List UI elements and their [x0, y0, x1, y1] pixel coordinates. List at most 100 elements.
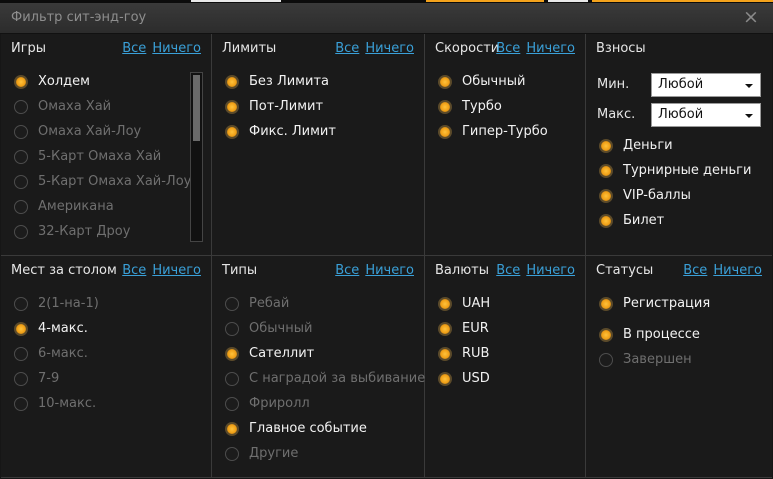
games-links: Все Ничего [116, 41, 201, 56]
games-option-label: Холдем [38, 74, 90, 89]
max-buyin-label: Макс. [597, 107, 636, 122]
limits-option-label: Без Лимита [249, 74, 329, 89]
currencies-option-label: EUR [462, 321, 489, 336]
types-none-link[interactable]: Ничего [365, 263, 414, 278]
buyins-option-label: Турнирные деньги [623, 163, 752, 178]
games-option-label: 5-Карт Омаха Хай [38, 149, 162, 164]
radio-checked-icon[interactable] [599, 164, 613, 178]
statuses-option-label: Регистрация [623, 296, 711, 311]
statuses-links: Все Ничего [677, 263, 762, 278]
seats-all-link[interactable]: Все [122, 263, 146, 278]
seats-option-label: 2(1-на-1) [38, 296, 99, 311]
limits-panel: Лимиты Все Ничего Без Лимита Пот-Лимит Фикс… [212, 34, 425, 256]
seats-option-label: 7-9 [38, 371, 60, 386]
radio-unchecked-icon[interactable] [225, 447, 239, 461]
games-scrollbar[interactable] [190, 72, 203, 242]
games-option-label: 32-Карт Дроу [38, 224, 131, 239]
radio-checked-icon[interactable] [225, 100, 239, 114]
radio-checked-icon[interactable] [438, 347, 452, 361]
limits-all-link[interactable]: Все [335, 41, 359, 56]
radio-checked-icon[interactable] [225, 347, 239, 361]
radio-unchecked-icon[interactable] [14, 200, 28, 214]
types-option-label: Фриролл [249, 396, 310, 411]
speeds-all-link[interactable]: Все [496, 41, 520, 56]
radio-checked-icon[interactable] [438, 100, 452, 114]
types-option-label: Другие [249, 446, 299, 461]
min-buyin-select[interactable]: Любой [651, 73, 761, 97]
radio-checked-icon[interactable] [438, 297, 452, 311]
radio-checked-icon[interactable] [225, 125, 239, 139]
radio-unchecked-icon[interactable] [14, 125, 28, 139]
games-option-label: Американа [38, 199, 114, 214]
radio-checked-icon[interactable] [438, 75, 452, 89]
seats-links: Все Ничего [116, 263, 201, 278]
radio-checked-icon[interactable] [225, 75, 239, 89]
currencies-option-label: RUB [462, 346, 490, 361]
radio-checked-icon[interactable] [599, 189, 613, 203]
games-all-link[interactable]: Все [122, 41, 146, 56]
max-buyin-select[interactable]: Любой [651, 103, 761, 127]
buyins-option-label: Деньги [623, 138, 673, 153]
currencies-option-label: USD [462, 371, 490, 386]
radio-checked-icon[interactable] [599, 139, 613, 153]
speeds-option-label: Обычный [462, 74, 526, 89]
radio-checked-icon[interactable] [14, 322, 28, 336]
radio-checked-icon[interactable] [225, 422, 239, 436]
statuses-none-link[interactable]: Ничего [713, 263, 762, 278]
dialog-titlebar: Фильтр сит-энд-гоу × [0, 3, 773, 34]
radio-unchecked-icon[interactable] [225, 322, 239, 336]
dialog-title: Фильтр сит-энд-гоу [11, 10, 147, 25]
radio-unchecked-icon[interactable] [14, 100, 28, 114]
types-header: Типы [222, 263, 258, 278]
radio-checked-icon[interactable] [14, 75, 28, 89]
buyins-option-label: Билет [623, 213, 665, 228]
games-none-link[interactable]: Ничего [152, 41, 201, 56]
radio-checked-icon[interactable] [438, 372, 452, 386]
statuses-all-link[interactable]: Все [683, 263, 707, 278]
currencies-links: Все Ничего [490, 263, 575, 278]
radio-unchecked-icon[interactable] [14, 297, 28, 311]
speeds-panel: Скорости Все Ничего Обычный Турбо Гипер-Тур… [425, 34, 586, 256]
radio-unchecked-icon[interactable] [599, 353, 613, 367]
chevron-down-icon [745, 114, 753, 118]
limits-option-label: Фикс. Лимит [249, 124, 336, 139]
types-all-link[interactable]: Все [335, 263, 359, 278]
radio-unchecked-icon[interactable] [14, 347, 28, 361]
scrollbar-thumb[interactable] [193, 75, 200, 141]
statuses-header: Статусы [596, 263, 654, 278]
radio-checked-icon[interactable] [438, 125, 452, 139]
speeds-none-link[interactable]: Ничего [526, 41, 575, 56]
types-option-label: С наградой за выбивание [249, 371, 426, 386]
radio-unchecked-icon[interactable] [14, 175, 28, 189]
currencies-all-link[interactable]: Все [496, 263, 520, 278]
statuses-option-label: Завершен [623, 352, 692, 367]
statuses-option-label: В процессе [623, 327, 700, 342]
radio-unchecked-icon[interactable] [14, 225, 28, 239]
radio-unchecked-icon[interactable] [14, 372, 28, 386]
min-buyin-label: Мин. [597, 77, 630, 92]
radio-checked-icon[interactable] [438, 322, 452, 336]
radio-checked-icon[interactable] [599, 297, 613, 311]
radio-checked-icon[interactable] [599, 214, 613, 228]
close-icon[interactable]: × [742, 8, 760, 27]
currencies-none-link[interactable]: Ничего [526, 263, 575, 278]
radio-unchecked-icon[interactable] [225, 372, 239, 386]
buyins-panel: Взносы Мин. Любой Макс. Любой Деньги Турн… [586, 34, 772, 256]
currencies-option-label: UAH [462, 296, 491, 311]
limits-none-link[interactable]: Ничего [365, 41, 414, 56]
games-option-label: 5-Карт Омаха Хай-Лоу [38, 174, 192, 189]
buyins-option-label: VIP-баллы [623, 188, 691, 203]
seats-option-label: 6-макс. [38, 346, 88, 361]
types-panel: Типы Все Ничего Ребай Обычный Сателлит С наг… [212, 256, 425, 478]
radio-checked-icon[interactable] [599, 328, 613, 342]
radio-unchecked-icon[interactable] [14, 397, 28, 411]
seats-none-link[interactable]: Ничего [152, 263, 201, 278]
max-buyin-value: Любой [658, 107, 704, 122]
limits-header: Лимиты [222, 41, 277, 56]
radio-unchecked-icon[interactable] [14, 150, 28, 164]
radio-unchecked-icon[interactable] [225, 397, 239, 411]
statuses-panel: Статусы Все Ничего Регистрация В процессе З… [586, 256, 772, 478]
filter-grid: Игры Все Ничего Холдем Омаха Хай Омаха Хай-… [1, 34, 772, 478]
radio-unchecked-icon[interactable] [225, 297, 239, 311]
currencies-panel: Валюты Все Ничего UAH EUR RUB USD [425, 256, 586, 478]
